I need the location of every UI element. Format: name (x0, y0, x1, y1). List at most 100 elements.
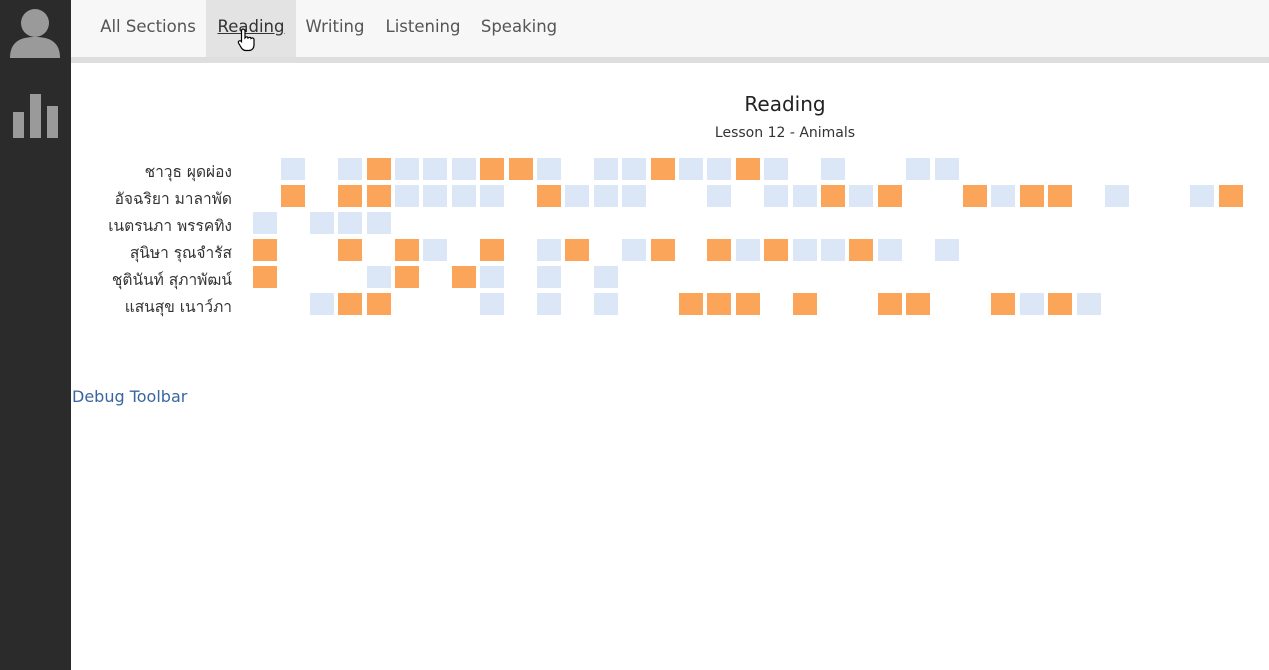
heatmap-cell[interactable] (651, 158, 675, 180)
heatmap-cell[interactable] (253, 266, 277, 288)
heatmap-cell[interactable] (338, 239, 362, 261)
heatmap-cell[interactable] (622, 239, 646, 261)
bar-chart-icon (13, 94, 58, 138)
heatmap-cell[interactable] (367, 185, 391, 207)
heatmap-cell[interactable] (565, 239, 589, 261)
heatmap-cell[interactable] (253, 212, 277, 234)
profile-button[interactable] (0, 0, 71, 64)
heatmap-cell[interactable] (537, 185, 561, 207)
heatmap-cell[interactable] (1020, 293, 1044, 315)
heatmap-cell[interactable] (849, 239, 873, 261)
tab-writing[interactable]: Writing (299, 0, 371, 57)
heatmap-cell[interactable] (764, 158, 788, 180)
hand-cursor-icon (237, 28, 255, 52)
heatmap-cell[interactable] (991, 293, 1015, 315)
heatmap-cell[interactable] (480, 185, 504, 207)
heatmap-cell[interactable] (764, 185, 788, 207)
heatmap-cell[interactable] (367, 293, 391, 315)
heatmap-cell[interactable] (679, 293, 703, 315)
heatmap-cell[interactable] (707, 293, 731, 315)
heatmap-cell[interactable] (793, 185, 817, 207)
heatmap-cell[interactable] (821, 185, 845, 207)
heatmap-cell[interactable] (991, 185, 1015, 207)
heatmap-cell[interactable] (537, 239, 561, 261)
heatmap-cell[interactable] (906, 293, 930, 315)
heatmap-cell[interactable] (878, 239, 902, 261)
heatmap-cell[interactable] (1219, 185, 1243, 207)
debug-toolbar-link[interactable]: Debug Toolbar (72, 387, 187, 406)
heatmap-cell[interactable] (963, 185, 987, 207)
heatmap-cell[interactable] (310, 212, 334, 234)
heatmap-cell[interactable] (480, 158, 504, 180)
avatar-icon (10, 9, 60, 58)
heatmap-cell[interactable] (480, 239, 504, 261)
heatmap-cell[interactable] (935, 158, 959, 180)
heatmap-cell[interactable] (878, 293, 902, 315)
heatmap-cell[interactable] (594, 266, 618, 288)
heatmap-cell[interactable] (338, 185, 362, 207)
heatmap-cell[interactable] (338, 158, 362, 180)
heatmap-cell[interactable] (906, 158, 930, 180)
heatmap-cell[interactable] (793, 239, 817, 261)
heatmap-cell[interactable] (537, 266, 561, 288)
chart-title: Reading (744, 92, 826, 116)
heatmap-cell[interactable] (707, 185, 731, 207)
heatmap-cell[interactable] (537, 293, 561, 315)
heatmap-cell[interactable] (367, 266, 391, 288)
heatmap-cell[interactable] (1105, 185, 1129, 207)
heatmap-cell[interactable] (423, 239, 447, 261)
heatmap-cell[interactable] (281, 185, 305, 207)
heatmap-cell[interactable] (793, 293, 817, 315)
heatmap-cell[interactable] (594, 293, 618, 315)
heatmap-cell[interactable] (452, 185, 476, 207)
heatmap-cell[interactable] (423, 185, 447, 207)
heatmap-cell[interactable] (480, 293, 504, 315)
heatmap-cell[interactable] (338, 293, 362, 315)
heatmap-cell[interactable] (736, 293, 760, 315)
heatmap-cell[interactable] (935, 239, 959, 261)
student-name: แสนสุข เนาว์ภา (124, 298, 232, 316)
heatmap-cell[interactable] (395, 239, 419, 261)
heatmap-cell[interactable] (1048, 185, 1072, 207)
stats-button[interactable] (0, 84, 71, 144)
heatmap-cell[interactable] (764, 239, 788, 261)
heatmap-cell[interactable] (367, 212, 391, 234)
heatmap-cell[interactable] (736, 158, 760, 180)
heatmap-cell[interactable] (679, 158, 703, 180)
heatmap-cell[interactable] (1020, 185, 1044, 207)
heatmap-cell[interactable] (594, 158, 618, 180)
heatmap-cell[interactable] (707, 158, 731, 180)
heatmap-cell[interactable] (736, 239, 760, 261)
heatmap-cell[interactable] (395, 158, 419, 180)
student-name: เนตรนภา พรรคทิง (108, 217, 232, 235)
heatmap-cell[interactable] (310, 293, 334, 315)
heatmap-cell[interactable] (253, 239, 277, 261)
heatmap-cell[interactable] (878, 185, 902, 207)
heatmap-cell[interactable] (622, 185, 646, 207)
heatmap-cell[interactable] (849, 185, 873, 207)
heatmap-cell[interactable] (395, 185, 419, 207)
heatmap-cell[interactable] (537, 158, 561, 180)
tab-all-sections[interactable]: All Sections (89, 0, 207, 57)
heatmap-cell[interactable] (707, 239, 731, 261)
heatmap-cell[interactable] (480, 266, 504, 288)
heatmap-cell[interactable] (338, 212, 362, 234)
heatmap-cell[interactable] (452, 158, 476, 180)
heatmap-cell[interactable] (821, 239, 845, 261)
heatmap-cell[interactable] (509, 158, 533, 180)
heatmap-cell[interactable] (395, 266, 419, 288)
heatmap-cell[interactable] (651, 239, 675, 261)
heatmap-cell[interactable] (821, 158, 845, 180)
heatmap-cell[interactable] (281, 158, 305, 180)
heatmap-cell[interactable] (1048, 293, 1072, 315)
heatmap-cell[interactable] (565, 185, 589, 207)
heatmap-cell[interactable] (622, 158, 646, 180)
tab-speaking[interactable]: Speaking (475, 0, 563, 57)
heatmap-cell[interactable] (452, 266, 476, 288)
heatmap-cell[interactable] (594, 185, 618, 207)
tab-listening[interactable]: Listening (378, 0, 468, 57)
heatmap-cell[interactable] (367, 158, 391, 180)
heatmap-cell[interactable] (1077, 293, 1101, 315)
heatmap-cell[interactable] (1190, 185, 1214, 207)
heatmap-cell[interactable] (423, 158, 447, 180)
